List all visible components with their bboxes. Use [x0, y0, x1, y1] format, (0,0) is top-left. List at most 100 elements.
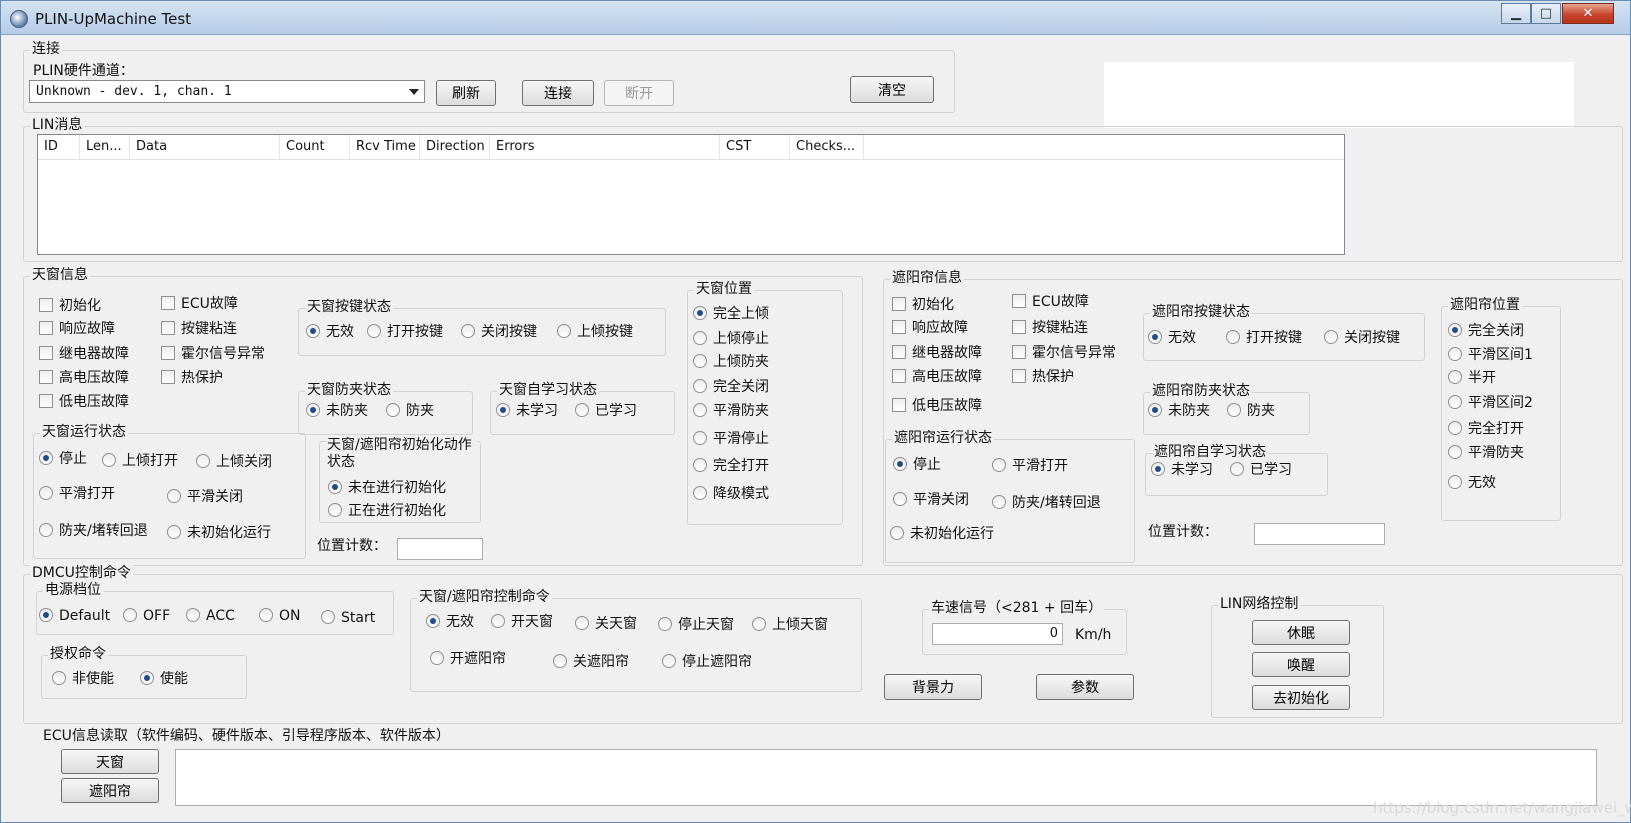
- ctrl-open-shade[interactable]: 开遮阳帘: [430, 651, 506, 668]
- disconnect-button[interactable]: 断开: [604, 80, 674, 106]
- sky-fault-init[interactable]: 初始化: [39, 298, 101, 315]
- sky-key-close-radio[interactable]: 关闭按键: [461, 324, 537, 341]
- shade-pinch-no-radio[interactable]: 未防夹: [1148, 403, 1210, 420]
- close-button[interactable]: ✕: [1562, 3, 1614, 24]
- sky-init-not-running[interactable]: 未在进行初始化: [328, 480, 446, 497]
- sky-run-uninit[interactable]: 未初始化运行: [167, 525, 271, 542]
- lin-message-list[interactable]: ID Len... Data Count Rcv Time Direction …: [37, 134, 1345, 255]
- shade-pos-full-open[interactable]: 完全打开: [1448, 421, 1524, 438]
- sky-init-running[interactable]: 正在进行初始化: [328, 503, 446, 520]
- auth-disable[interactable]: 非使能: [52, 671, 114, 688]
- params-button[interactable]: 参数: [1036, 674, 1134, 700]
- shade-pinch-yes-radio[interactable]: 防夹: [1227, 403, 1275, 420]
- sky-pinch-no-radio[interactable]: 未防夹: [306, 403, 368, 420]
- power-start[interactable]: Start: [321, 610, 375, 627]
- shade-run-stop[interactable]: 停止: [893, 457, 941, 474]
- wake-button[interactable]: 唤醒: [1252, 652, 1350, 677]
- sky-run-stop[interactable]: 停止: [39, 451, 87, 468]
- ctrl-none[interactable]: 无效: [426, 614, 474, 631]
- ecu-info-output[interactable]: [175, 749, 1597, 806]
- sky-pos-full-close[interactable]: 完全关闭: [693, 379, 769, 396]
- col-id[interactable]: ID: [38, 135, 80, 159]
- sky-pos-full-open[interactable]: 完全打开: [693, 458, 769, 475]
- sky-pinch-yes-radio[interactable]: 防夹: [386, 403, 434, 420]
- shade-fault-response[interactable]: 响应故障: [892, 320, 968, 337]
- power-on[interactable]: ON: [259, 608, 301, 625]
- shade-pos-range1[interactable]: 平滑区间1: [1448, 347, 1533, 364]
- shade-key-open-radio[interactable]: 打开按键: [1226, 330, 1302, 347]
- sky-key-tilt-radio[interactable]: 上倾按键: [557, 324, 633, 341]
- power-acc[interactable]: ACC: [186, 608, 235, 625]
- shade-run-pinch-revert[interactable]: 防夹/堵转回退: [992, 495, 1101, 512]
- clear-button[interactable]: 清空: [850, 76, 934, 103]
- sky-learn-no-radio[interactable]: 未学习: [496, 403, 558, 420]
- shade-pos-invalid[interactable]: 无效: [1448, 475, 1496, 492]
- sky-run-tilt-open[interactable]: 上倾打开: [102, 453, 178, 470]
- col-errors[interactable]: Errors: [490, 135, 720, 159]
- shade-learn-no-radio[interactable]: 未学习: [1151, 462, 1213, 479]
- minimize-button[interactable]: ▁: [1501, 3, 1531, 24]
- maximize-button[interactable]: □: [1531, 3, 1561, 24]
- ecu-shade-button[interactable]: 遮阳帘: [61, 778, 159, 803]
- sky-learn-yes-radio[interactable]: 已学习: [575, 403, 637, 420]
- col-checksum[interactable]: Checks...: [790, 135, 864, 159]
- sky-pos-tilt-stop[interactable]: 上倾停止: [693, 331, 769, 348]
- sky-run-slide-open[interactable]: 平滑打开: [39, 486, 115, 503]
- refresh-button[interactable]: 刷新: [436, 80, 496, 106]
- sky-pos-full-tilt[interactable]: 完全上倾: [693, 306, 769, 323]
- col-count[interactable]: Count: [280, 135, 350, 159]
- ctrl-stop-sky[interactable]: 停止天窗: [658, 617, 734, 634]
- shade-pos-range2[interactable]: 平滑区间2: [1448, 395, 1533, 412]
- power-off[interactable]: OFF: [123, 608, 170, 625]
- shade-fault-low-voltage[interactable]: 低电压故障: [892, 398, 982, 415]
- shade-fault-hall[interactable]: 霍尔信号异常: [1012, 345, 1116, 362]
- ecu-skylight-button[interactable]: 天窗: [61, 749, 159, 774]
- sky-run-pinch-revert[interactable]: 防夹/堵转回退: [39, 523, 148, 540]
- col-direction[interactable]: Direction: [420, 135, 490, 159]
- sky-fault-low-voltage[interactable]: 低电压故障: [39, 394, 129, 411]
- sky-pos-slide-pinch[interactable]: 平滑防夹: [693, 403, 769, 420]
- sky-pos-count-field[interactable]: [397, 538, 483, 560]
- ctrl-close-sky[interactable]: 关天窗: [575, 616, 637, 633]
- shade-fault-init[interactable]: 初始化: [892, 297, 954, 314]
- shade-pos-count-field[interactable]: [1254, 523, 1385, 545]
- sky-fault-key-stuck[interactable]: 按键粘连: [161, 321, 237, 338]
- sky-fault-thermal[interactable]: 热保护: [161, 370, 223, 387]
- backlight-button[interactable]: 背景力: [884, 674, 982, 700]
- sky-run-tilt-close[interactable]: 上倾关闭: [196, 454, 272, 471]
- shade-fault-relay[interactable]: 继电器故障: [892, 345, 982, 362]
- shade-key-none-radio[interactable]: 无效: [1148, 330, 1196, 347]
- ctrl-close-shade[interactable]: 关遮阳帘: [553, 654, 629, 671]
- shade-pos-slide-pinch[interactable]: 平滑防夹: [1448, 445, 1524, 462]
- shade-run-uninit[interactable]: 未初始化运行: [890, 526, 994, 543]
- sky-pos-tilt-pinch[interactable]: 上倾防夹: [693, 354, 769, 371]
- auth-enable[interactable]: 使能: [140, 671, 188, 688]
- sky-key-open-radio[interactable]: 打开按键: [367, 324, 443, 341]
- sky-fault-high-voltage[interactable]: 高电压故障: [39, 370, 129, 387]
- ctrl-stop-shade[interactable]: 停止遮阳帘: [662, 654, 752, 671]
- sleep-button[interactable]: 休眠: [1252, 620, 1350, 645]
- shade-learn-yes-radio[interactable]: 已学习: [1230, 462, 1292, 479]
- shade-run-slide-close[interactable]: 平滑关闭: [893, 492, 969, 509]
- sky-fault-ecu[interactable]: ECU故障: [161, 296, 238, 313]
- sky-fault-response[interactable]: 响应故障: [39, 321, 115, 338]
- col-len[interactable]: Len...: [80, 135, 130, 159]
- ctrl-tilt-sky[interactable]: 上倾天窗: [752, 617, 828, 634]
- plin-channel-select[interactable]: Unknown - dev. 1, chan. 1: [29, 80, 425, 103]
- shade-fault-ecu[interactable]: ECU故障: [1012, 294, 1089, 311]
- shade-key-close-radio[interactable]: 关闭按键: [1324, 330, 1400, 347]
- shade-pos-full-close[interactable]: 完全关闭: [1448, 323, 1524, 340]
- shade-fault-thermal[interactable]: 热保护: [1012, 369, 1074, 386]
- col-data[interactable]: Data: [130, 135, 280, 159]
- sky-fault-relay[interactable]: 继电器故障: [39, 346, 129, 363]
- sky-run-slide-close[interactable]: 平滑关闭: [167, 489, 243, 506]
- shade-pos-half[interactable]: 半开: [1448, 370, 1496, 387]
- shade-fault-high-voltage[interactable]: 高电压故障: [892, 369, 982, 386]
- sky-fault-hall[interactable]: 霍尔信号异常: [161, 346, 265, 363]
- sky-key-none-radio[interactable]: 无效: [306, 324, 354, 341]
- sky-pos-degraded[interactable]: 降级模式: [693, 486, 769, 503]
- shade-run-slide-open[interactable]: 平滑打开: [992, 458, 1068, 475]
- power-default[interactable]: Default: [39, 608, 110, 625]
- ctrl-open-sky[interactable]: 开天窗: [491, 614, 553, 631]
- col-cst[interactable]: CST: [720, 135, 790, 159]
